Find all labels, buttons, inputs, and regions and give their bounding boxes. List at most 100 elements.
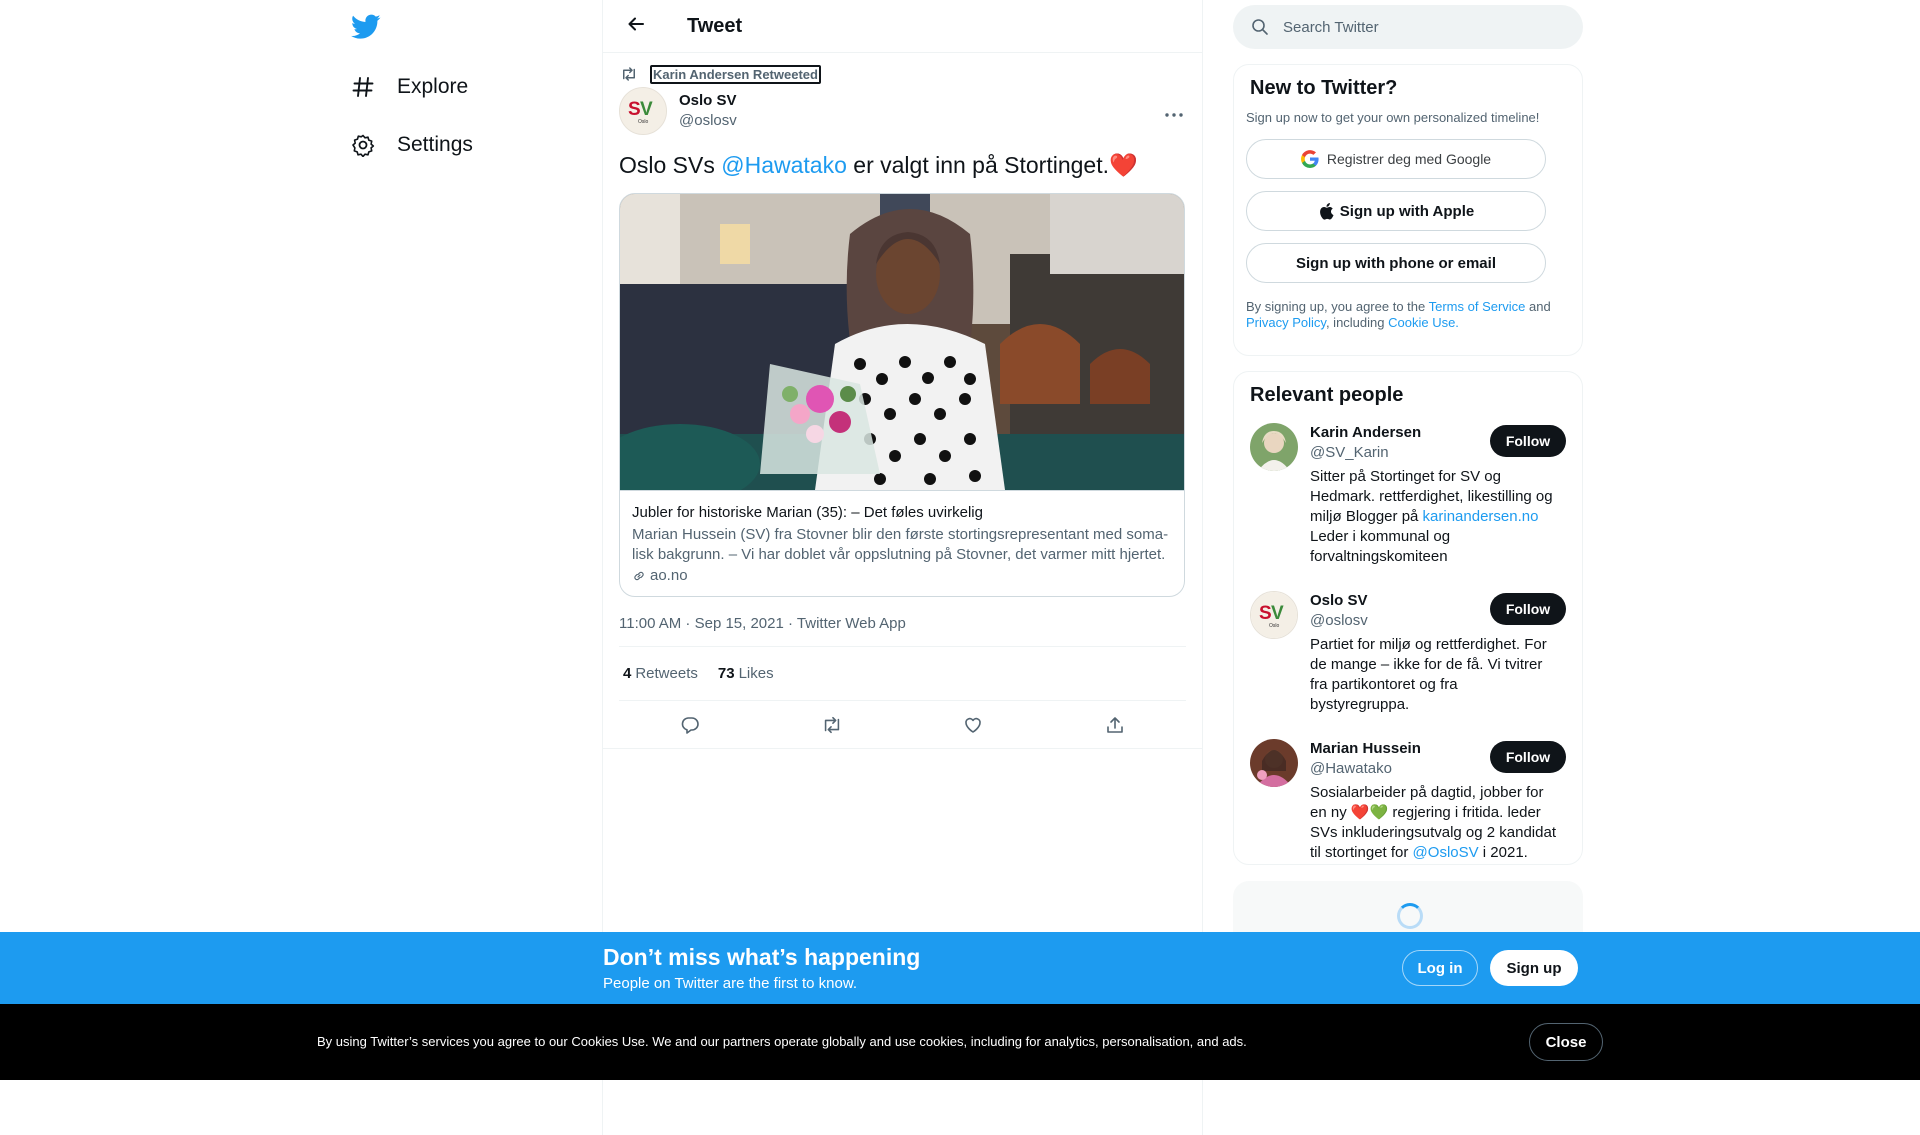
link-icon (632, 569, 646, 583)
author-handle[interactable]: @oslosv (679, 111, 737, 131)
terms-text: , including (1325, 315, 1389, 330)
avatar[interactable]: S V Oslo (1250, 591, 1298, 639)
retweet-indicator: Karin Andersen Retweeted (619, 61, 1186, 87)
signup-button[interactable]: Sign up (1490, 950, 1578, 986)
search-box[interactable] (1233, 5, 1583, 49)
bio-text: i 2021. (1478, 844, 1528, 861)
terms-text: By signing up, you agree to the (1246, 299, 1429, 314)
likes-label: Likes (738, 665, 774, 682)
panel-title: New to Twitter? (1250, 77, 1398, 99)
search-input[interactable] (1283, 18, 1543, 36)
retweets-stat[interactable]: 4 Retweets (623, 665, 698, 682)
nav-item-settings[interactable]: Settings (349, 120, 473, 170)
retweet-icon (620, 66, 638, 82)
avatar[interactable] (1250, 423, 1298, 471)
person-item[interactable]: Karin Andersen @SV_Karin Sitter på Stort… (1234, 423, 1582, 567)
tweet-text-part: Oslo SVs (619, 152, 722, 178)
retweet-icon (821, 715, 843, 735)
more-icon (1165, 101, 1183, 122)
apple-icon (1318, 202, 1334, 220)
nav-item-label: Explore (397, 75, 469, 98)
follow-button[interactable]: Follow (1490, 741, 1566, 773)
more-options-button[interactable] (1162, 99, 1186, 123)
tweet-text: Oslo SVs @Hawatako er valgt inn på Stort… (619, 151, 1186, 179)
bio-link[interactable]: @OsloSV (1413, 844, 1479, 861)
cookie-use-link[interactable]: Cookie Use. (1388, 315, 1459, 330)
tweet-timestamp[interactable]: 11:00 AM · Sep 15, 2021 · Twitter Web Ap… (619, 613, 1186, 647)
apple-signup-label: Sign up with Apple (1339, 202, 1475, 220)
likes-stat[interactable]: 73 Likes (718, 665, 774, 682)
card-description: Marian Hussein (SV) fra Stovner blir den… (632, 526, 1169, 563)
bio-link[interactable]: karinandersen.no (1423, 508, 1539, 525)
retweets-count: 4 (623, 665, 632, 682)
avatar[interactable] (1250, 739, 1298, 787)
relevant-people-panel: Relevant people Karin Andersen @SV_Karin… (1233, 371, 1583, 865)
person-bio: Sosialarbeider på dagtid, jobber for en … (1310, 783, 1560, 863)
phone-signup-label: Sign up with phone or email (1295, 254, 1496, 272)
share-icon (1105, 715, 1125, 735)
reply-icon (680, 715, 700, 735)
google-signup-button[interactable]: Registrer deg med Google (1246, 139, 1546, 179)
back-button[interactable] (619, 9, 653, 43)
cookie-banner: By using Twitter’s services you agree to… (0, 1004, 1920, 1080)
cookie-close-button[interactable]: Close (1529, 1023, 1603, 1061)
panel-title: Relevant people (1250, 384, 1404, 406)
svg-text:Oslo: Oslo (1269, 623, 1280, 629)
bio-text: Leder i kommunal og forvaltningskomiteen (1310, 528, 1451, 565)
card-body: Jubler for historiske Marian (35): – Det… (620, 490, 1184, 596)
twitter-logo-icon[interactable] (349, 10, 383, 44)
follow-button[interactable]: Follow (1490, 593, 1566, 625)
tweet-actions (603, 701, 1202, 749)
hashtag-icon (349, 73, 377, 101)
login-button[interactable]: Log in (1402, 950, 1478, 986)
new-to-twitter-panel: New to Twitter? Sign up now to get your … (1233, 64, 1583, 356)
mention-link[interactable]: @Hawatako (721, 152, 847, 178)
person-bio: Partiet for miljø og rettferdighet. For … (1310, 636, 1547, 713)
likes-count: 73 (717, 665, 735, 682)
apple-signup-button[interactable]: Sign up with Apple (1246, 191, 1546, 231)
heart-emojis: ❤️💚 (1350, 804, 1389, 821)
signup-banner-title: Don’t miss what’s happening (603, 944, 921, 970)
phone-email-signup-button[interactable]: Sign up with phone or email (1246, 243, 1546, 283)
card-title: Jubler for historiske Marian (35): – Det… (632, 504, 983, 521)
like-button[interactable] (955, 707, 991, 743)
person-item[interactable]: S V Oslo Oslo SV @oslosv Partiet for miljø… (1234, 591, 1582, 715)
tweet-stats: 4 Retweets 73 Likes (619, 647, 1186, 701)
heart-icon (963, 715, 983, 735)
svg-text:V: V (1271, 603, 1284, 624)
loading-spinner-icon (1397, 903, 1423, 929)
svg-text:S: S (1259, 603, 1272, 624)
person-bio: Sitter på Stortinget for SV og Hedmark. … (1310, 467, 1560, 567)
person-item[interactable]: Marian Hussein @Hawatako Sosialarbeider … (1234, 739, 1582, 863)
retweets-label: Retweets (635, 665, 698, 682)
follow-button[interactable]: Follow (1490, 425, 1566, 457)
svg-text:V: V (640, 99, 653, 120)
google-icon (1300, 150, 1319, 168)
share-button[interactable] (1097, 707, 1133, 743)
gear-icon (349, 131, 377, 159)
nav-item-label: Settings (397, 133, 473, 156)
panel-subtitle: Sign up now to get your own personalized… (1246, 110, 1540, 125)
card-image: HOPE (620, 194, 1184, 490)
tweet[interactable]: Karin Andersen Retweeted S V Oslo Oslo SV … (603, 61, 1202, 749)
tweet-text-part: er valgt inn på Stortinget. (846, 152, 1109, 178)
terms-notice: By signing up, you agree to the Terms of… (1234, 283, 1582, 331)
cookie-notice-text: By using Twitter’s services you agree to… (317, 1034, 1247, 1049)
page-title: Tweet (687, 14, 743, 37)
nav-item-explore[interactable]: Explore (349, 62, 468, 112)
avatar[interactable]: S V Oslo (619, 87, 667, 135)
author-name[interactable]: Oslo SV (679, 91, 737, 111)
retweeted-by-link[interactable]: Karin Andersen Retweeted (650, 64, 821, 84)
retweet-button[interactable] (814, 707, 850, 743)
search-icon (1251, 18, 1269, 36)
reply-button[interactable] (672, 707, 708, 743)
privacy-policy-link[interactable]: Privacy Policy (1246, 315, 1326, 330)
terms-of-service-link[interactable]: Terms of Service (1429, 299, 1526, 314)
signup-banner: Don’t miss what’s happening People on Tw… (0, 932, 1920, 1004)
card-domain-text: ao.no (650, 567, 688, 584)
card-domain: ao.no (632, 567, 1172, 584)
google-signup-label: Registrer deg med Google (1326, 151, 1492, 167)
signup-banner-subtitle: People on Twitter are the first to know. (603, 975, 858, 992)
arrow-left-icon (626, 14, 646, 39)
link-card[interactable]: HOPE (619, 193, 1185, 597)
